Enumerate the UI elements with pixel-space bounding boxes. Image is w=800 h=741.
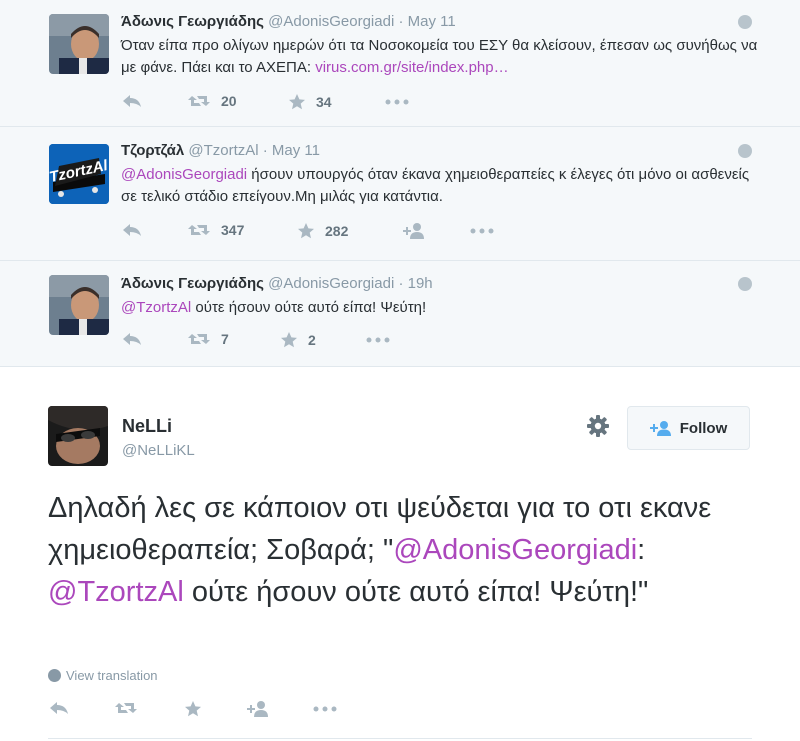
reply-icon <box>123 224 141 236</box>
author-handle[interactable]: @AdonisGeorgiadi <box>268 275 394 292</box>
retweet-icon <box>188 225 210 235</box>
mention-link[interactable]: @TzortzAl <box>48 576 184 608</box>
author-handle[interactable]: @TzortzAl <box>188 142 258 159</box>
tweet-item[interactable]: TzortzAl Τζορτζάλ @TzortzAl · May 11 @Ad… <box>0 127 800 261</box>
more-icon <box>470 228 494 234</box>
more-button[interactable] <box>385 99 409 105</box>
globe-icon <box>48 669 61 682</box>
tweet-date[interactable]: May 11 <box>272 142 320 159</box>
tweet-date[interactable]: 19h <box>408 275 433 292</box>
add-user-icon <box>403 223 424 239</box>
add-user-icon <box>247 701 268 717</box>
retweet-button[interactable]: 347 <box>187 222 244 238</box>
view-translation-button[interactable]: View translation <box>48 668 158 683</box>
tweet-text: Όταν είπα προ ολίγων ημερών ότι τα Νοσοκ… <box>121 35 761 79</box>
star-icon <box>289 94 305 110</box>
globe-icon <box>738 144 752 158</box>
separator: · <box>262 142 268 159</box>
reply-icon <box>123 95 141 107</box>
more-icon <box>366 337 390 343</box>
author-name[interactable]: Άδωνις Γεωργιάδης <box>121 275 264 292</box>
author-name[interactable]: Άδωνις Γεωργιάδης <box>121 13 264 30</box>
retweet-count: 347 <box>221 222 245 238</box>
author-name[interactable]: NeLLi <box>122 416 172 437</box>
author-name[interactable]: Τζορτζάλ <box>121 142 184 159</box>
retweet-icon <box>115 703 137 713</box>
separator: · <box>398 13 404 30</box>
avatar[interactable] <box>48 406 108 466</box>
tweet-text-body: ούτε ήσουν ούτε αυτό είπα! Ψεύτη!" <box>183 576 649 608</box>
avatar[interactable] <box>49 275 109 335</box>
tweet-link[interactable]: virus.com.gr/site/index.php… <box>315 59 508 76</box>
mention-link[interactable]: @TzortzAl <box>121 299 191 316</box>
tweet-text-body: ούτε ήσουν ούτε αυτό είπα! Ψεύτη! <box>191 299 427 316</box>
retweet-button[interactable]: 20 <box>187 93 237 109</box>
avatar[interactable]: TzortzAl <box>49 144 109 204</box>
author-handle[interactable]: @AdonisGeorgiadi <box>268 13 394 30</box>
tweet-date[interactable]: May 11 <box>408 13 456 30</box>
reply-button[interactable] <box>48 700 70 716</box>
mention-link[interactable]: @AdonisGeorgiadi <box>393 534 637 566</box>
avatar[interactable] <box>49 14 109 74</box>
divider <box>48 738 752 739</box>
star-icon <box>281 332 297 348</box>
favorite-button[interactable]: 34 <box>288 93 332 111</box>
reply-button[interactable] <box>121 331 143 347</box>
reply-icon <box>123 333 141 345</box>
favorite-count: 282 <box>325 223 349 239</box>
reply-button[interactable] <box>121 93 143 109</box>
favorite-count: 2 <box>308 332 316 348</box>
add-user-icon <box>649 421 671 436</box>
follow-label: Follow <box>679 419 728 437</box>
retweet-icon <box>188 96 210 106</box>
reply-button[interactable] <box>121 222 143 238</box>
star-icon <box>298 223 314 239</box>
tweet-item[interactable]: Άδωνις Γεωργιάδης @AdonisGeorgiadi · May… <box>0 0 800 127</box>
tweet-text: @TzortzAl ούτε ήσουν ούτε αυτό είπα! Ψεύ… <box>121 297 761 319</box>
gear-icon <box>587 415 609 437</box>
globe-icon <box>738 277 752 291</box>
globe-icon <box>738 15 752 29</box>
follow-button[interactable]: Follow <box>627 406 750 450</box>
mention-link[interactable]: @AdonisGeorgiadi <box>121 166 247 183</box>
reply-icon <box>50 702 68 714</box>
more-icon <box>385 99 409 105</box>
view-translation-label: View translation <box>66 668 158 683</box>
follow-user-button[interactable] <box>402 222 426 240</box>
tweet-text: @AdonisGeorgiadi ήσουν υπουργός όταν έκα… <box>121 164 761 208</box>
tweet-item[interactable]: Άδωνις Γεωργιάδης @AdonisGeorgiadi · 19h… <box>0 261 800 367</box>
more-button[interactable] <box>366 337 390 343</box>
conversation-thread: Άδωνις Γεωργιάδης @AdonisGeorgiadi · May… <box>0 0 800 367</box>
favorite-button[interactable] <box>184 700 202 718</box>
user-actions-button[interactable] <box>586 414 610 443</box>
tweet-text-body: : <box>637 534 646 566</box>
star-icon <box>185 701 201 717</box>
retweet-count: 7 <box>221 331 229 347</box>
favorite-count: 34 <box>316 94 332 110</box>
retweet-icon <box>188 334 210 344</box>
more-button[interactable] <box>470 228 494 234</box>
retweet-count: 20 <box>221 93 237 109</box>
more-button[interactable] <box>313 706 337 712</box>
favorite-button[interactable]: 282 <box>297 222 348 240</box>
more-icon <box>313 706 337 712</box>
author-handle[interactable]: @NeLLiKL <box>122 442 195 459</box>
favorite-button[interactable]: 2 <box>280 331 316 349</box>
separator: · <box>398 275 404 292</box>
main-tweet-text: Δηλαδή λες σε κάποιον οτι ψεύδεται για τ… <box>48 487 768 613</box>
follow-user-button[interactable] <box>246 700 270 718</box>
retweet-button[interactable] <box>114 700 138 716</box>
retweet-button[interactable]: 7 <box>187 331 229 347</box>
